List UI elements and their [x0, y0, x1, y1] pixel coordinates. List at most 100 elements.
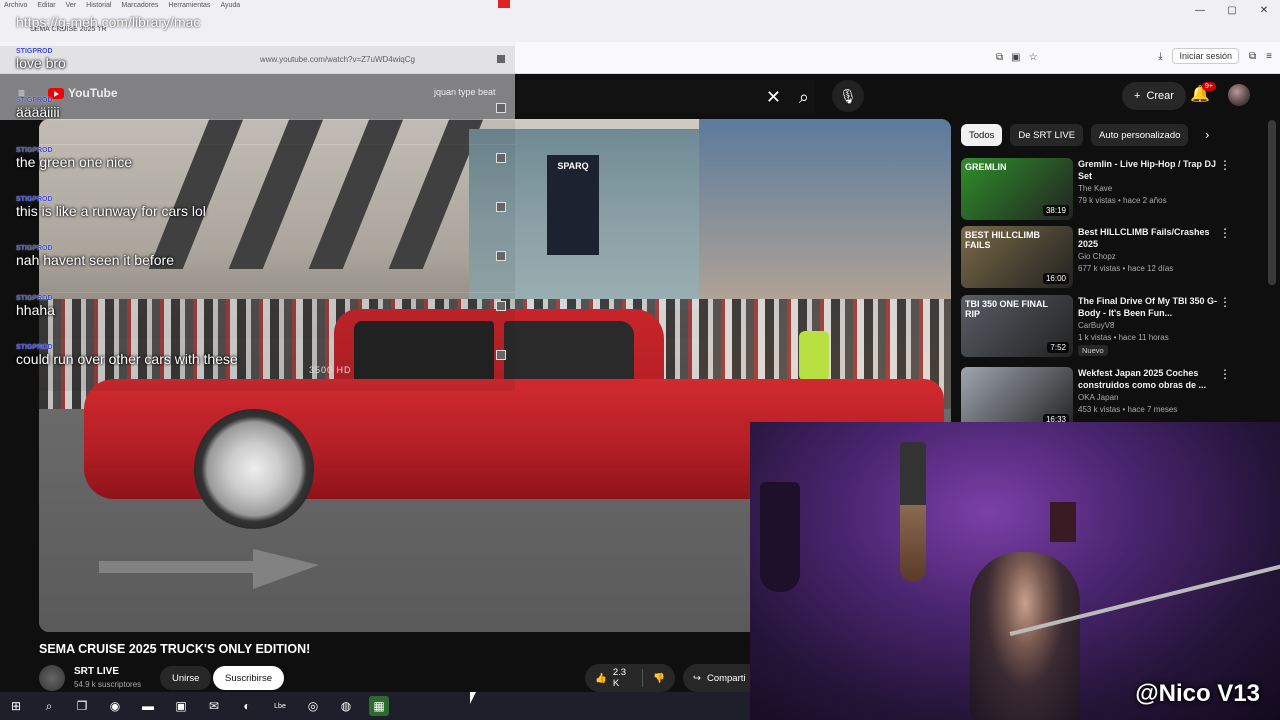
voice-search-icon[interactable]: 🎙 [832, 80, 864, 112]
account-avatar[interactable] [1228, 84, 1250, 106]
menu-item[interactable]: Marcadores [121, 2, 158, 9]
recommendation-card[interactable]: 16:33 Wekfest Japan 2025 Coches construid… [961, 367, 1261, 429]
more-options-icon[interactable]: ⋮ [1219, 367, 1231, 381]
recommendation-thumbnail[interactable]: GREMLIN 38:19 [961, 158, 1073, 220]
obs-icon[interactable]: ◍ [336, 696, 356, 716]
download-icon[interactable]: ⤓ [1158, 51, 1162, 62]
chat-badge-icon [496, 54, 506, 64]
chip-todos[interactable]: Todos [961, 124, 1003, 146]
chat-message: STIGPROD hhaha [16, 295, 506, 318]
menu-item[interactable]: Ver [66, 2, 77, 9]
menu-item[interactable]: Historial [86, 2, 111, 9]
firefox-icon[interactable]: ◐ [237, 696, 257, 716]
recommendation-title[interactable]: Wekfest Japan 2025 Coches construidos co… [1078, 367, 1218, 391]
channel-avatar[interactable] [39, 665, 65, 691]
menu-item[interactable]: Ayuda [220, 2, 240, 9]
desktop-screen: — ▢ ✕ ⧉ ▣ ☆ ⤓ Iniciar sesión ⧉ ≡ ✕ ⌕ 🎙 +… [0, 0, 1280, 720]
chat-text: could run over other cars with these [16, 350, 238, 367]
recommendation-thumbnail[interactable]: TBI 350 ONE FINAL RIP 7:52 [961, 295, 1073, 357]
recommendation-title[interactable]: Best HILLCLIMB Fails/Crashes 2025 [1078, 226, 1218, 250]
dark-guitar [760, 482, 800, 592]
picture-in-picture-icon[interactable]: ⧉ [996, 52, 1003, 63]
clear-search-icon[interactable]: ✕ [766, 87, 781, 108]
chat-username: STIGPROD [16, 294, 53, 302]
grid-app-icon[interactable]: ▦ [369, 696, 389, 716]
recommendation-thumbnail[interactable]: 16:33 [961, 367, 1073, 429]
app-icon[interactable]: Lbe [270, 696, 290, 716]
recommendation-channel[interactable]: Gio Chopz [1078, 252, 1116, 261]
close-window-icon[interactable]: ✕ [1248, 0, 1280, 20]
recommendation-card[interactable]: TBI 350 ONE FINAL RIP 7:52 The Final Drive… [961, 295, 1261, 357]
edge-icon[interactable]: ◉ [105, 696, 125, 716]
browser-toolbar-right: ⤓ Iniciar sesión ⧉ ≡ [1158, 48, 1272, 64]
reader-icon[interactable]: ▣ [1011, 52, 1020, 63]
bookmark-star-icon[interactable]: ☆ [1029, 52, 1038, 63]
chat-username: STIGPROD [16, 97, 53, 105]
new-badge: Nuevo [1078, 345, 1108, 356]
chat-text: this is like a runway for cars lol [16, 202, 206, 219]
more-options-icon[interactable]: ⋮ [1219, 226, 1231, 240]
chat-badge-icon [496, 300, 506, 311]
chrome-icon[interactable]: ◎ [303, 696, 323, 716]
extensions-icon[interactable]: ⧉ [1249, 51, 1256, 62]
chat-badge-icon [496, 349, 506, 360]
share-button[interactable]: ↪ Comparti [683, 664, 756, 692]
chip-de-srt-live[interactable]: De SRT LIVE [1010, 124, 1084, 146]
create-label: Crear [1146, 90, 1174, 102]
like-dislike-group: 👍 2.3 K 👎 [585, 664, 675, 692]
thumbs-down-icon: 👎 [653, 672, 665, 684]
thumbnail-text: TBI 350 ONE FINAL RIP [965, 299, 1048, 319]
chat-badge-icon [496, 152, 506, 163]
recommendation-title[interactable]: The Final Drive Of My TBI 350 G-Body - I… [1078, 295, 1218, 319]
search-box-end: ✕ ⌕ [515, 80, 815, 114]
recommendation-channel[interactable]: OKA Japan [1078, 393, 1118, 402]
like-button[interactable]: 👍 2.3 K [585, 667, 644, 689]
search-icon[interactable]: ⌕ [39, 696, 59, 716]
subscribe-button[interactable]: Suscribirse [213, 666, 284, 690]
recommendation-thumbnail[interactable]: BEST HILLCLIMB FAILS 16:00 [961, 226, 1073, 288]
recommendation-meta: 453 k vistas • hace 7 meses [1078, 405, 1178, 414]
menu-item[interactable]: Herramientas [168, 2, 210, 9]
sidebar-scrollbar[interactable] [1268, 120, 1276, 285]
chat-username: STIGPROD [16, 343, 53, 351]
menu-item[interactable]: Archivo [4, 2, 27, 9]
chat-username: STIGPROD [16, 146, 53, 154]
overlay-url-text: https://g-meh.com/library/mac [16, 14, 201, 30]
mail-icon[interactable]: ✉ [204, 696, 224, 716]
windows-icon[interactable]: ⊞ [6, 696, 26, 716]
like-count: 2.3 K [612, 667, 627, 689]
create-button[interactable]: + Crear [1122, 82, 1186, 110]
join-button[interactable]: Unirse [160, 666, 212, 690]
search-icon[interactable]: ⌕ [799, 87, 809, 108]
menu-item[interactable]: Editar [37, 2, 55, 9]
chat-username: STIGPROD [16, 195, 53, 203]
recommendation-channel[interactable]: The Kave [1078, 184, 1112, 193]
store-icon[interactable]: ▣ [171, 696, 191, 716]
menu-icon[interactable]: ≡ [1266, 51, 1272, 62]
address-bar-icons: ⧉ ▣ ☆ [996, 52, 1038, 63]
chat-text: hhaha [16, 301, 55, 318]
task-view-icon[interactable]: ❐ [72, 696, 92, 716]
more-options-icon[interactable]: ⋮ [1219, 295, 1231, 309]
minimize-icon[interactable]: — [1184, 0, 1216, 20]
dislike-button[interactable]: 👎 [643, 673, 675, 684]
channel-name[interactable]: SRT LIVE [74, 666, 119, 677]
recommendation-channel[interactable]: CarBuyV8 [1078, 321, 1114, 330]
folder-icon[interactable]: ▬ [138, 696, 158, 716]
signin-button[interactable]: Iniciar sesión [1172, 48, 1240, 64]
recommendation-card[interactable]: BEST HILLCLIMB FAILS 16:00 Best HILLCLIMB … [961, 226, 1261, 288]
overlay-menu-bar: Archivo Editar Ver Historial Marcadores … [4, 2, 240, 9]
more-options-icon[interactable]: ⋮ [1219, 158, 1231, 172]
recommendation-card[interactable]: GREMLIN 38:19 Gremlin - Live Hip-Hop / Tra… [961, 158, 1261, 220]
thumbnail-text: BEST HILLCLIMB FAILS [965, 230, 1040, 250]
maximize-icon[interactable]: ▢ [1216, 0, 1248, 20]
wall-shelf [1050, 502, 1076, 542]
notification-count-badge: 9+ [1202, 82, 1216, 91]
video-duration: 38:19 [1042, 205, 1069, 216]
chevron-right-icon[interactable]: › [1205, 127, 1209, 142]
recommendation-title[interactable]: Gremlin - Live Hip-Hop / Trap DJ Set [1078, 158, 1218, 182]
chat-text: love bro [16, 55, 66, 71]
chat-message: STIGPROD nah havent seen it before [16, 245, 506, 268]
chat-badge-icon [496, 251, 506, 262]
chip-auto-personalizado[interactable]: Auto personalizado [1091, 124, 1189, 146]
